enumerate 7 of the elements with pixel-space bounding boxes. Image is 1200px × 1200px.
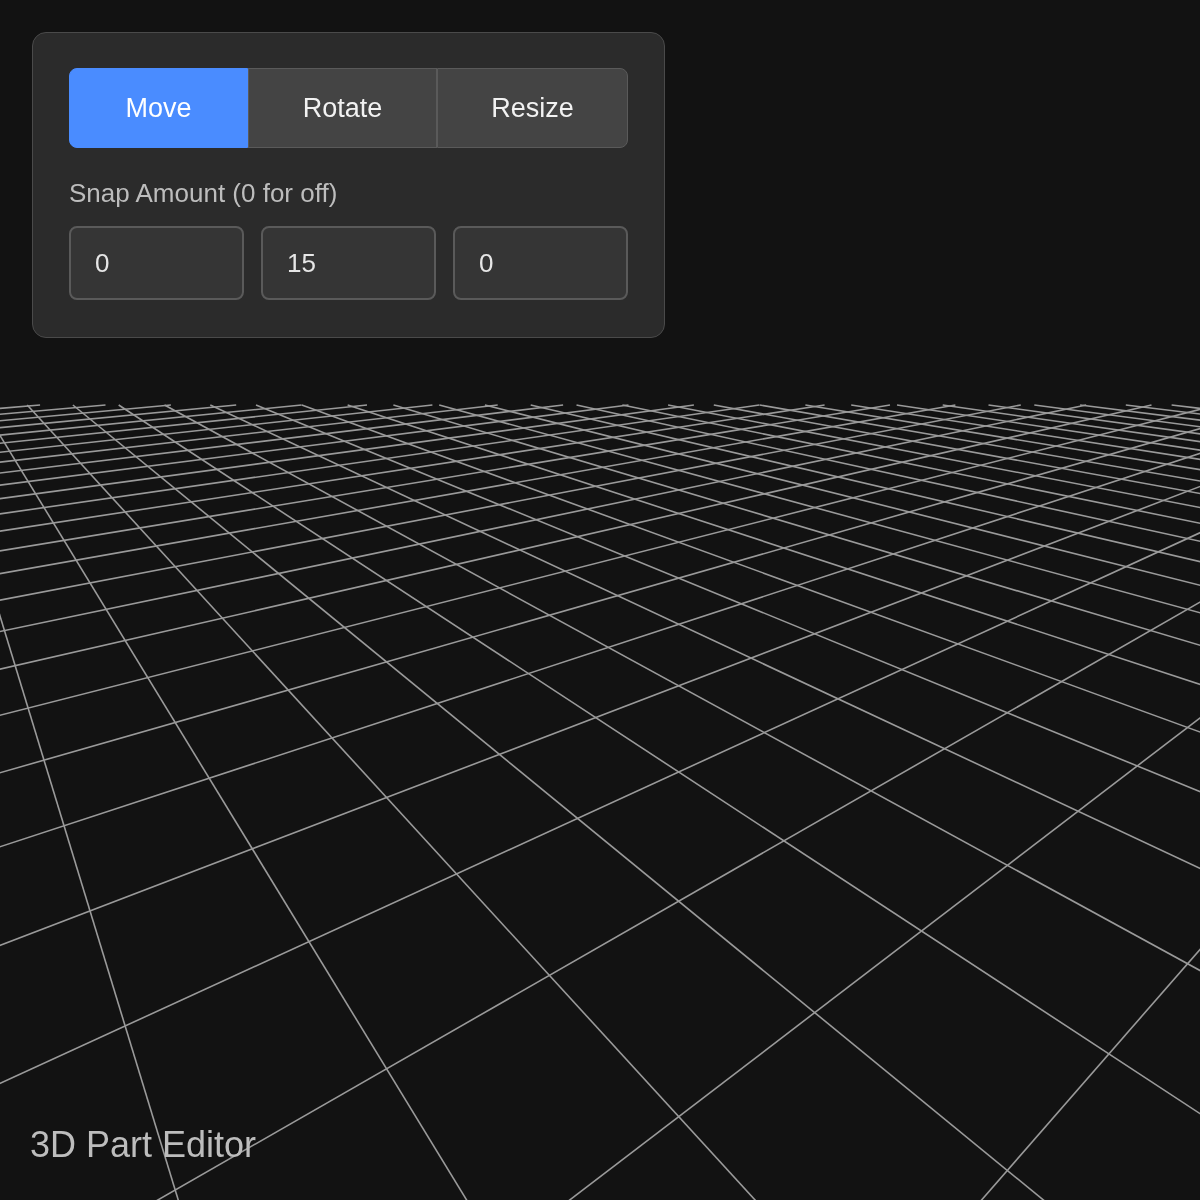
mode-tab[interactable]: Resize — [437, 68, 628, 148]
snap-amount-label: Snap Amount (0 for off) — [69, 178, 339, 209]
snap-input-field[interactable]: 0 — [453, 226, 628, 300]
snap-input-field[interactable]: 15 — [261, 226, 436, 300]
editor-title: 3D Part Editor — [30, 1124, 257, 1165]
snap-input-field[interactable]: 0 — [69, 226, 244, 300]
mode-tab[interactable]: Rotate — [248, 68, 437, 148]
